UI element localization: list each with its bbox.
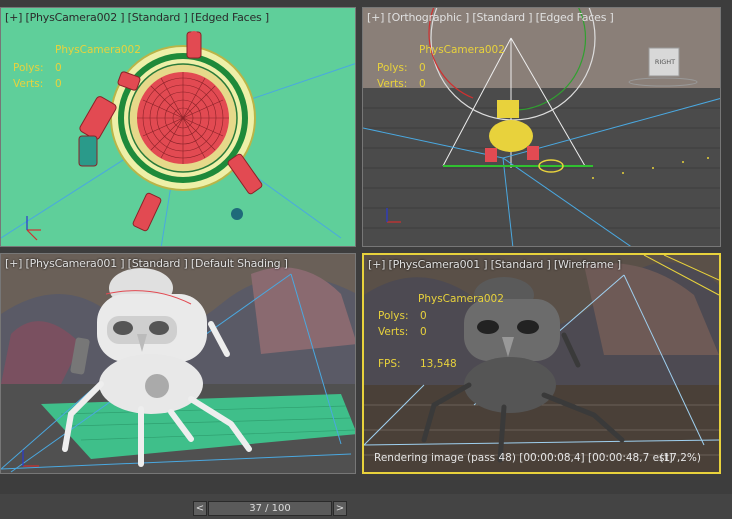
viewport-label[interactable]: [+] [PhysCamera001 ] [Standard ] [Wirefr… bbox=[368, 258, 621, 271]
camera-name: PhysCamera002 bbox=[55, 44, 141, 56]
robot-shaded-view bbox=[1, 254, 355, 473]
verts-label: Verts: bbox=[13, 78, 44, 90]
viewcube-face-label[interactable]: RIGHT bbox=[651, 58, 679, 66]
viewport-top-right[interactable]: RIGHT [+] [Orthographic ] [Standard ] [E… bbox=[362, 7, 721, 247]
viewport-label[interactable]: [+] [PhysCamera002 ] [Standard ] [Edged … bbox=[5, 11, 269, 24]
render-status: Rendering image (pass 48) [00:00:08,4] [… bbox=[374, 452, 673, 464]
prev-frame-button[interactable]: < bbox=[193, 501, 207, 516]
render-percent: (17,2%) bbox=[659, 452, 701, 464]
camera-name: PhysCamera002 bbox=[419, 44, 505, 56]
viewport-label[interactable]: [+] [PhysCamera001 ] [Standard ] [Defaul… bbox=[5, 257, 288, 270]
verts-value: 0 bbox=[419, 78, 426, 90]
polys-label: Polys: bbox=[13, 62, 44, 74]
timeline-bar bbox=[0, 494, 732, 519]
orthographic-scene bbox=[363, 8, 720, 246]
fps-value: 13,548 bbox=[420, 358, 457, 370]
polys-value: 0 bbox=[420, 310, 427, 322]
viewport-top-left[interactable]: [+] [PhysCamera002 ] [Standard ] [Edged … bbox=[0, 7, 356, 247]
viewport-bottom-right[interactable]: [+] [PhysCamera001 ] [Standard ] [Wirefr… bbox=[362, 253, 721, 474]
fps-label: FPS: bbox=[378, 358, 401, 370]
verts-stat: Verts: 0 bbox=[378, 326, 427, 338]
polys-stat: Polys: 0 bbox=[378, 310, 427, 322]
verts-label: Verts: bbox=[377, 78, 408, 90]
polys-value: 0 bbox=[419, 62, 426, 74]
viewport-bottom-left[interactable]: [+] [PhysCamera001 ] [Standard ] [Defaul… bbox=[0, 253, 356, 474]
viewport-label[interactable]: [+] [Orthographic ] [Standard ] [Edged F… bbox=[367, 11, 614, 24]
fps-stat: FPS: 13,548 bbox=[378, 358, 457, 370]
verts-value: 0 bbox=[420, 326, 427, 338]
time-slider[interactable]: 37 / 100 bbox=[208, 501, 332, 516]
polys-label: Polys: bbox=[378, 310, 409, 322]
verts-stat: Verts: 0 bbox=[13, 78, 62, 90]
polys-label: Polys: bbox=[377, 62, 408, 74]
polys-stat: Polys: 0 bbox=[377, 62, 426, 74]
polys-stat: Polys: 0 bbox=[13, 62, 62, 74]
verts-value: 0 bbox=[55, 78, 62, 90]
polys-value: 0 bbox=[55, 62, 62, 74]
next-frame-button[interactable]: > bbox=[333, 501, 347, 516]
verts-stat: Verts: 0 bbox=[377, 78, 426, 90]
verts-label: Verts: bbox=[378, 326, 409, 338]
camera-name: PhysCamera002 bbox=[418, 293, 504, 305]
